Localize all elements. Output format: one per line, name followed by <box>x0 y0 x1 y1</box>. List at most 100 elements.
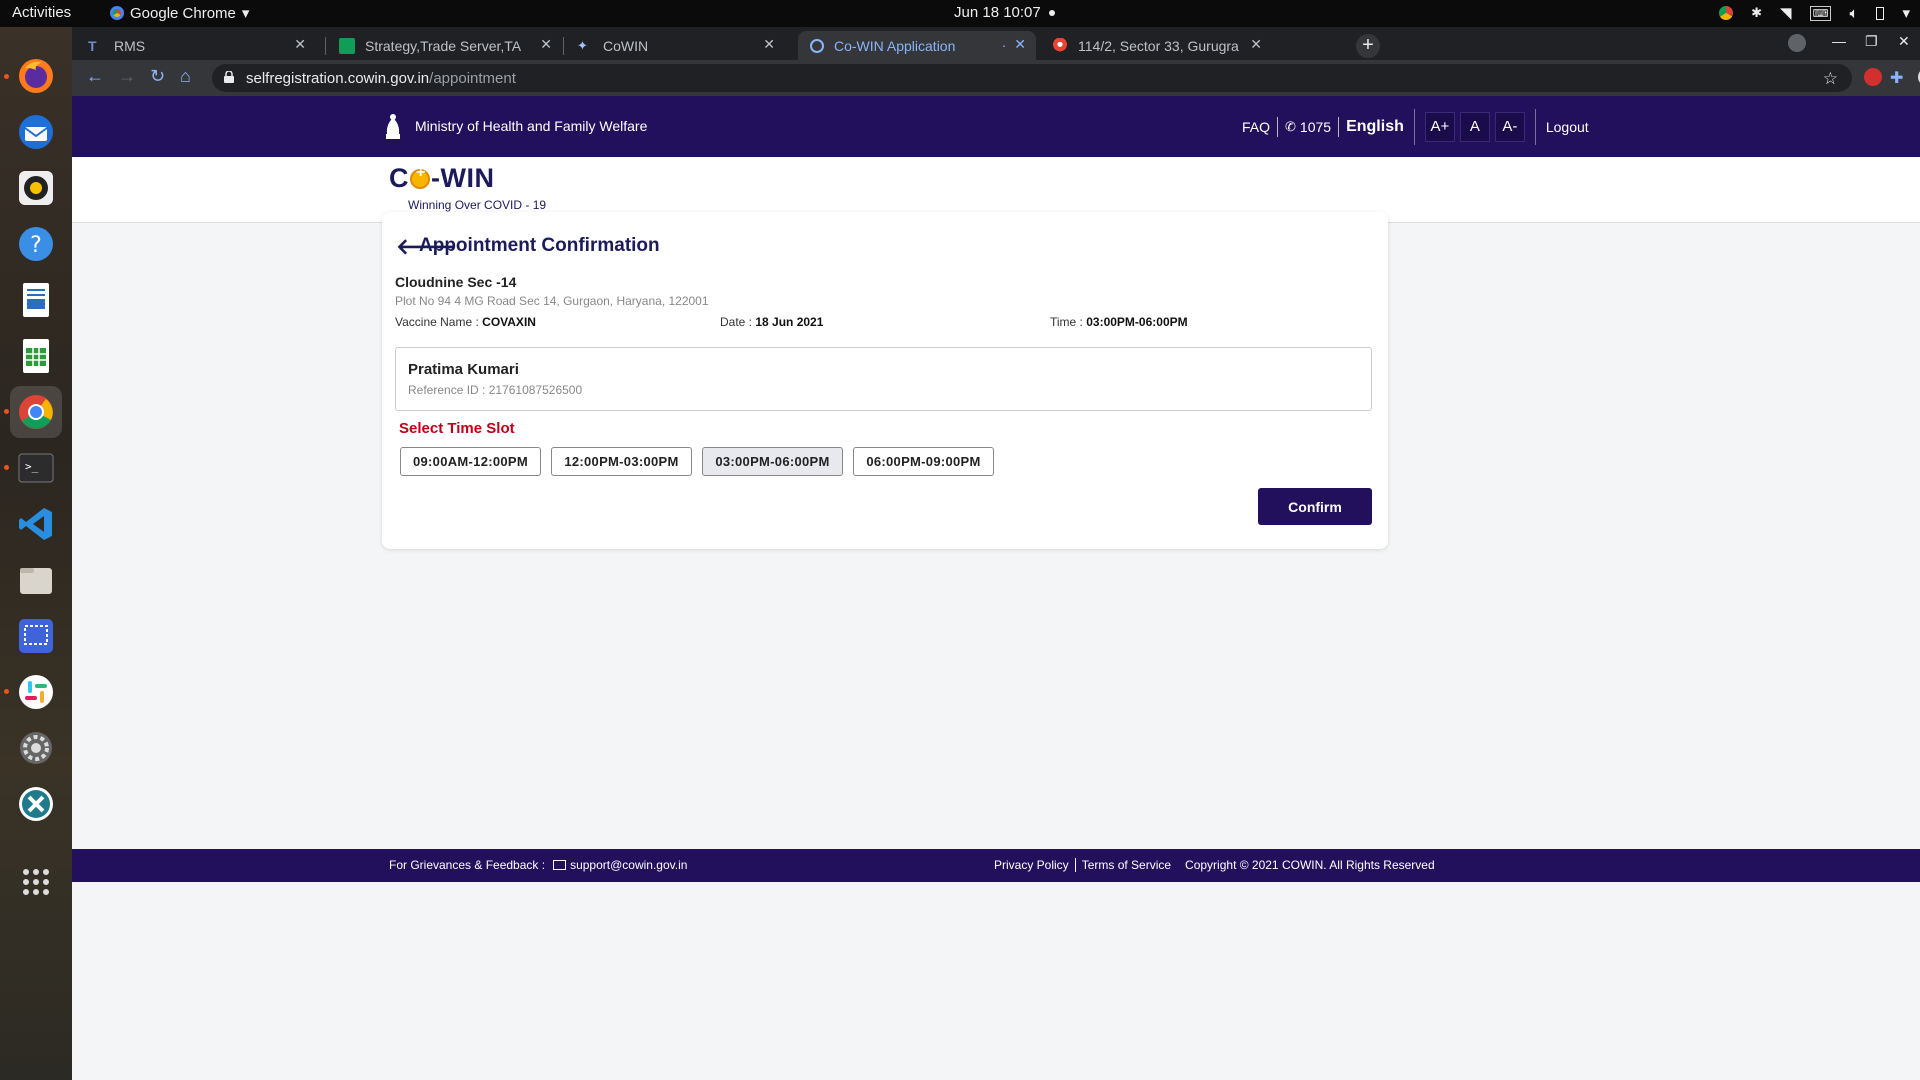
tab-cowin-application[interactable]: Co-WIN Application . ✕ <box>798 31 1036 60</box>
tab-strip: T RMS ✕ Strategy,Trade Server,TA ✕ ✦ CoW… <box>72 27 1920 60</box>
activities-button[interactable]: Activities <box>12 4 71 21</box>
faq-link[interactable]: FAQ <box>1242 119 1270 135</box>
font-normal-button[interactable]: A <box>1459 111 1490 142</box>
ministry-label: Ministry of Health and Family Welfare <box>415 118 648 134</box>
slot-button-noon[interactable]: 12:00PM-03:00PM <box>551 447 692 476</box>
slot-button-evening[interactable]: 06:00PM-09:00PM <box>853 447 994 476</box>
tab-close-icon[interactable]: ✕ <box>294 36 306 53</box>
firefox-icon[interactable] <box>10 50 62 102</box>
power-menu-icon[interactable]: ▾ <box>1902 4 1910 22</box>
chrome-icon <box>110 6 124 20</box>
helpline-link[interactable]: 1075 <box>1300 119 1331 135</box>
restore-icon[interactable]: ❐ <box>1865 33 1878 50</box>
running-indicator <box>4 74 9 79</box>
tab-label: Co-WIN Application <box>834 37 956 54</box>
vscode-icon[interactable] <box>10 498 62 550</box>
app-menu-label: Google Chrome <box>130 4 236 22</box>
tab-sheets[interactable]: Strategy,Trade Server,TA ✕ <box>327 31 562 60</box>
reference-id: Reference ID : 21761087526500 <box>408 383 583 397</box>
files-icon[interactable] <box>10 554 62 606</box>
cowin-logo[interactable]: C -WIN <box>389 163 494 194</box>
divider <box>1534 108 1536 145</box>
header-actions: FAQ ✆ 1075 English A+ A A- Logout <box>1242 96 1589 157</box>
window-close-icon[interactable]: ✕ <box>1898 33 1910 50</box>
site-footer: For Grievances & Feedback : support@cowi… <box>72 849 1920 882</box>
system-top-bar: Activities Google Chrome ▾ Jun 18 10:07 … <box>0 0 1920 27</box>
privacy-policy-link[interactable]: Privacy Policy <box>994 858 1069 872</box>
svg-text:>_: >_ <box>25 460 39 473</box>
rms-favicon-icon: T <box>88 37 97 54</box>
tab-maps[interactable]: 114/2, Sector 33, Gurugra ✕ <box>1040 31 1272 60</box>
site-header: Ministry of Health and Family Welfare FA… <box>72 96 1920 157</box>
maps-favicon-icon <box>1052 37 1068 54</box>
cowin-favicon-icon: ✦ <box>577 37 588 53</box>
show-applications-icon[interactable] <box>10 856 62 908</box>
sheets-favicon-icon <box>339 37 355 54</box>
slack-tray-icon[interactable]: ✱ <box>1751 5 1762 21</box>
rhythmbox-icon[interactable] <box>10 162 62 214</box>
tab-close-icon[interactable]: ✕ <box>1014 36 1026 53</box>
forward-arrow-icon[interactable]: → <box>118 66 136 87</box>
settings-icon[interactable] <box>10 722 62 774</box>
bookmark-star-icon[interactable]: ☆ <box>1823 69 1838 89</box>
screenshot-icon[interactable] <box>10 610 62 662</box>
system-clock[interactable]: Jun 18 10:07 <box>954 4 1055 21</box>
date-label: Date : <box>720 315 753 329</box>
chrome-dock-icon[interactable] <box>10 386 62 438</box>
divider <box>1338 116 1340 137</box>
running-indicator <box>4 689 9 694</box>
grievance-label: For Grievances & Feedback : <box>389 858 546 872</box>
support-email-link[interactable]: support@cowin.gov.in <box>570 858 687 872</box>
svg-text:?: ? <box>30 233 42 258</box>
minimize-icon[interactable]: — <box>1832 33 1846 49</box>
terminal-icon[interactable]: >_ <box>10 442 62 494</box>
extension-record-icon[interactable] <box>1864 68 1882 86</box>
center-address: Plot No 94 4 MG Road Sec 14, Gurgaon, Ha… <box>395 294 709 308</box>
slack-icon[interactable] <box>10 666 62 718</box>
slot-button-afternoon[interactable]: 03:00PM-06:00PM <box>702 447 843 476</box>
tab-close-icon[interactable]: ✕ <box>763 36 775 53</box>
calc-icon[interactable] <box>10 330 62 382</box>
address-bar[interactable]: selfregistration.cowin.gov.in/appointmen… <box>212 64 1852 92</box>
home-icon[interactable]: ⌂ <box>180 66 191 87</box>
help-icon[interactable]: ? <box>10 218 62 270</box>
tab-close-icon[interactable]: ✕ <box>1250 36 1262 53</box>
tab-close-icon[interactable]: ✕ <box>540 36 552 53</box>
reload-icon[interactable]: ↻ <box>150 66 165 87</box>
logout-link[interactable]: Logout <box>1546 119 1589 135</box>
logo-tagline: Winning Over COVID - 19 <box>408 198 547 212</box>
confirm-button[interactable]: Confirm <box>1258 488 1372 525</box>
logo-plus-icon <box>410 164 430 189</box>
tab-rms[interactable]: T RMS ✕ <box>76 31 316 60</box>
writer-icon[interactable] <box>10 274 62 326</box>
tab-separator <box>325 37 326 55</box>
copyright-text: Copyright © 2021 COWIN. All Rights Reser… <box>1185 858 1435 872</box>
back-arrow-icon[interactable]: ← <box>86 66 104 87</box>
running-indicator <box>4 465 9 470</box>
chrome-tray-icon[interactable] <box>1719 6 1734 20</box>
new-tab-button[interactable]: + <box>1356 34 1380 58</box>
slot-button-morning[interactable]: 09:00AM-12:00PM <box>400 447 541 476</box>
mail-icon <box>553 860 567 870</box>
time-info: Time : 03:00PM-06:00PM <box>1050 315 1188 329</box>
globe-favicon-icon <box>810 38 824 53</box>
tab-search-icon[interactable] <box>1788 34 1806 52</box>
date-info: Date : 18 Jun 2021 <box>720 315 823 329</box>
running-indicator <box>4 409 9 414</box>
language-selector[interactable]: English <box>1346 118 1404 136</box>
tab-cowin[interactable]: ✦ CoWIN ✕ <box>565 31 785 60</box>
app-menu[interactable]: Google Chrome ▾ <box>110 4 249 22</box>
terms-of-service-link[interactable]: Terms of Service <box>1082 858 1171 872</box>
time-value: 03:00PM-06:00PM <box>1086 315 1188 329</box>
remote-desktop-icon[interactable] <box>10 778 62 830</box>
system-tray[interactable]: ✱ ◥ ⌨ 🔈︎ ▾ <box>1719 4 1910 22</box>
thunderbird-icon[interactable] <box>10 106 62 158</box>
font-increase-button[interactable]: A+ <box>1424 111 1455 142</box>
font-decrease-button[interactable]: A- <box>1494 111 1525 142</box>
extensions-puzzle-icon[interactable]: ✚ <box>1890 68 1908 87</box>
web-page: Ministry of Health and Family Welfare FA… <box>72 96 1920 1080</box>
caret-down-icon: ▾ <box>241 5 250 22</box>
vaccine-label: Vaccine Name : <box>395 315 479 329</box>
clock-label: Jun 18 10:07 <box>954 4 1041 21</box>
browser-toolbar: ← → ↻ ⌂ selfregistration.cowin.gov.in/ap… <box>72 60 1920 96</box>
